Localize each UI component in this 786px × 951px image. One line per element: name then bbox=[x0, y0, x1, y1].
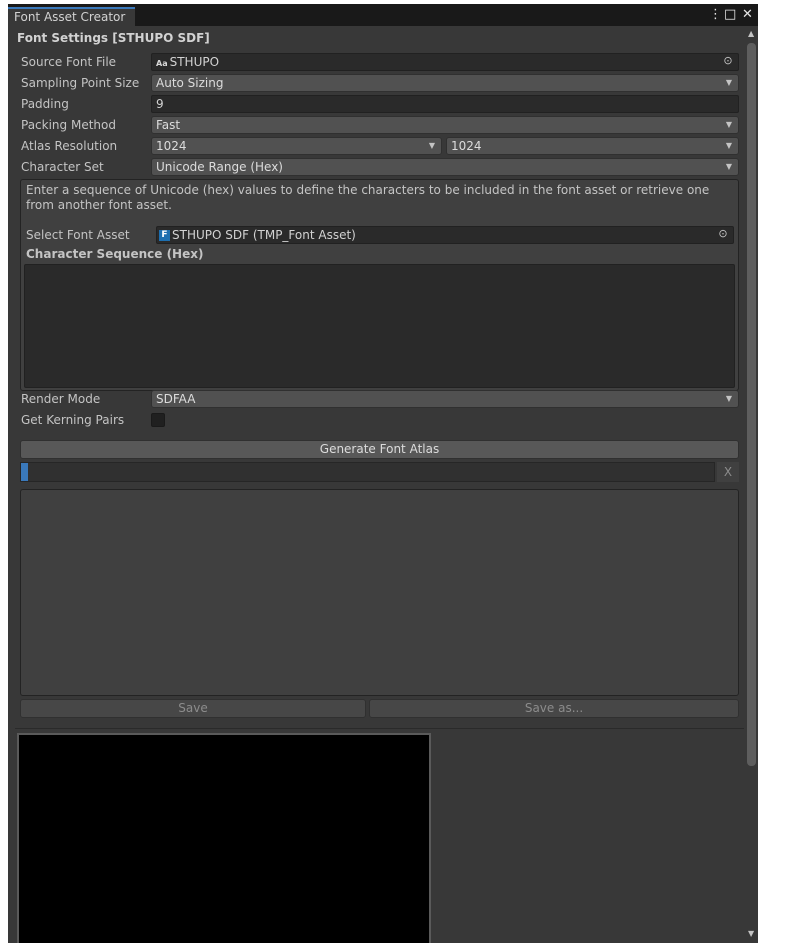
save-as-button[interactable]: Save as... bbox=[369, 699, 739, 718]
select-font-asset-field[interactable]: F STHUPO SDF (TMP_Font Asset) ⊙ bbox=[156, 226, 734, 244]
object-picker-icon[interactable]: ⊙ bbox=[722, 55, 734, 67]
output-log-area bbox=[20, 489, 739, 696]
object-picker-icon[interactable]: ⊙ bbox=[717, 228, 729, 240]
dropdown-arrow-icon: ▼ bbox=[725, 78, 732, 87]
dropdown-arrow-icon: ▼ bbox=[725, 394, 732, 403]
atlas-height-dropdown[interactable]: 1024 ▼ bbox=[446, 137, 739, 155]
maximize-icon[interactable]: □ bbox=[724, 7, 736, 23]
atlas-resolution-label: Atlas Resolution bbox=[21, 139, 118, 153]
source-font-field[interactable]: Aa STHUPO ⊙ bbox=[151, 53, 739, 71]
close-icon[interactable]: ✕ bbox=[742, 7, 753, 23]
atlas-preview-panel bbox=[15, 728, 744, 943]
dropdown-arrow-icon: ▼ bbox=[725, 162, 732, 171]
render-mode-dropdown[interactable]: SDFAA ▼ bbox=[151, 390, 739, 408]
font-asset-creator-window: Font Asset Creator ⋮ □ ✕ Font Settings [… bbox=[8, 4, 758, 943]
character-sequence-textarea[interactable] bbox=[24, 264, 735, 388]
select-font-asset-label: Select Font Asset bbox=[26, 228, 130, 242]
render-mode-label: Render Mode bbox=[21, 392, 101, 406]
character-set-helpbox: Enter a sequence of Unicode (hex) values… bbox=[20, 179, 739, 391]
padding-label: Padding bbox=[21, 97, 69, 111]
atlas-width-dropdown[interactable]: 1024 ▼ bbox=[151, 137, 442, 155]
dropdown-arrow-icon: ▼ bbox=[428, 141, 435, 150]
atlas-height-value: 1024 bbox=[451, 139, 482, 153]
sampling-point-size-label: Sampling Point Size bbox=[21, 76, 140, 90]
generate-font-atlas-button[interactable]: Generate Font Atlas bbox=[20, 440, 739, 459]
window-title-bar: Font Asset Creator ⋮ □ ✕ bbox=[8, 4, 758, 26]
source-font-label: Source Font File bbox=[21, 55, 117, 69]
atlas-preview-texture bbox=[17, 733, 431, 943]
character-sequence-label: Character Sequence (Hex) bbox=[26, 247, 204, 261]
atlas-width-value: 1024 bbox=[156, 139, 187, 153]
character-set-label: Character Set bbox=[21, 160, 104, 174]
character-set-help-text: Enter a sequence of Unicode (hex) values… bbox=[26, 183, 710, 212]
cancel-generation-button[interactable]: X bbox=[717, 462, 739, 482]
select-font-asset-value: STHUPO SDF (TMP_Font Asset) bbox=[172, 228, 356, 242]
sampling-point-size-value: Auto Sizing bbox=[156, 76, 224, 90]
font-file-icon: Aa bbox=[156, 59, 168, 68]
vertical-scrollbar[interactable]: ▲ ▼ bbox=[745, 26, 758, 943]
get-kerning-pairs-label: Get Kerning Pairs bbox=[21, 413, 125, 427]
render-mode-value: SDFAA bbox=[156, 392, 196, 406]
window-menu-icon[interactable]: ⋮ bbox=[709, 7, 722, 23]
inspector-content: Font Settings [STHUPO SDF] Source Font F… bbox=[8, 26, 744, 943]
source-font-value: STHUPO bbox=[169, 55, 220, 69]
scrollbar-thumb[interactable] bbox=[747, 43, 756, 766]
dropdown-arrow-icon: ▼ bbox=[725, 120, 732, 129]
tab-font-asset-creator[interactable]: Font Asset Creator bbox=[8, 7, 135, 26]
generation-progress-bar bbox=[20, 462, 715, 482]
sampling-point-size-dropdown[interactable]: Auto Sizing ▼ bbox=[151, 74, 739, 92]
padding-input[interactable]: 9 bbox=[151, 95, 739, 113]
packing-method-dropdown[interactable]: Fast ▼ bbox=[151, 116, 739, 134]
scroll-up-icon[interactable]: ▲ bbox=[748, 29, 754, 38]
packing-method-value: Fast bbox=[156, 118, 181, 132]
font-asset-icon: F bbox=[159, 230, 170, 241]
save-button[interactable]: Save bbox=[20, 699, 366, 718]
dropdown-arrow-icon: ▼ bbox=[725, 141, 732, 150]
progress-fill bbox=[21, 463, 28, 481]
get-kerning-pairs-checkbox[interactable] bbox=[151, 413, 165, 427]
scroll-down-icon[interactable]: ▼ bbox=[748, 929, 754, 938]
character-set-dropdown[interactable]: Unicode Range (Hex) ▼ bbox=[151, 158, 739, 176]
section-header: Font Settings [STHUPO SDF] bbox=[17, 31, 210, 45]
packing-method-label: Packing Method bbox=[21, 118, 116, 132]
character-set-value: Unicode Range (Hex) bbox=[156, 160, 283, 174]
